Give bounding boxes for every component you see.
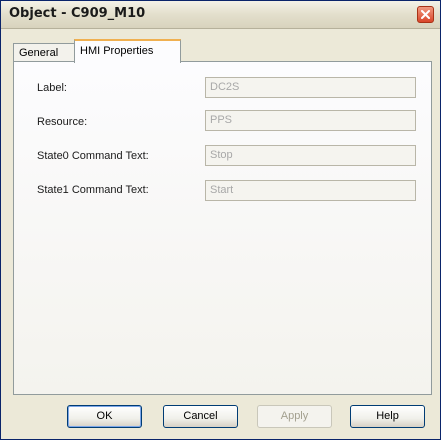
close-button[interactable] bbox=[417, 6, 434, 23]
label-field-label: Label: bbox=[37, 82, 67, 94]
help-button[interactable]: Help bbox=[350, 405, 425, 428]
state0-command-text-field: Stop bbox=[205, 145, 416, 166]
state1-command-text-label: State1 Command Text: bbox=[37, 184, 149, 196]
window-title: Object - C909_M10 bbox=[9, 6, 146, 21]
cancel-button[interactable]: Cancel bbox=[163, 405, 238, 428]
tab-general[interactable]: General bbox=[13, 43, 75, 62]
apply-button[interactable]: Apply bbox=[257, 405, 332, 428]
resource-field: PPS bbox=[205, 110, 416, 131]
tab-panel-hmi-properties: Label: DC2S Resource: PPS State0 Command… bbox=[13, 61, 432, 395]
label-field: DC2S bbox=[205, 77, 416, 98]
resource-field-label: Resource: bbox=[37, 116, 88, 128]
close-icon bbox=[421, 10, 430, 19]
state0-command-text-label: State0 Command Text: bbox=[37, 150, 149, 162]
title-bar[interactable]: Object - C909_M10 bbox=[1, 1, 440, 29]
button-row: OK Cancel Apply Help bbox=[1, 405, 442, 429]
state1-command-text-field: Start bbox=[205, 180, 416, 201]
tab-hmi-properties[interactable]: HMI Properties bbox=[74, 39, 181, 63]
dialog-window: Object - C909_M10 General HMI Properties… bbox=[0, 0, 441, 440]
ok-button[interactable]: OK bbox=[67, 405, 142, 428]
